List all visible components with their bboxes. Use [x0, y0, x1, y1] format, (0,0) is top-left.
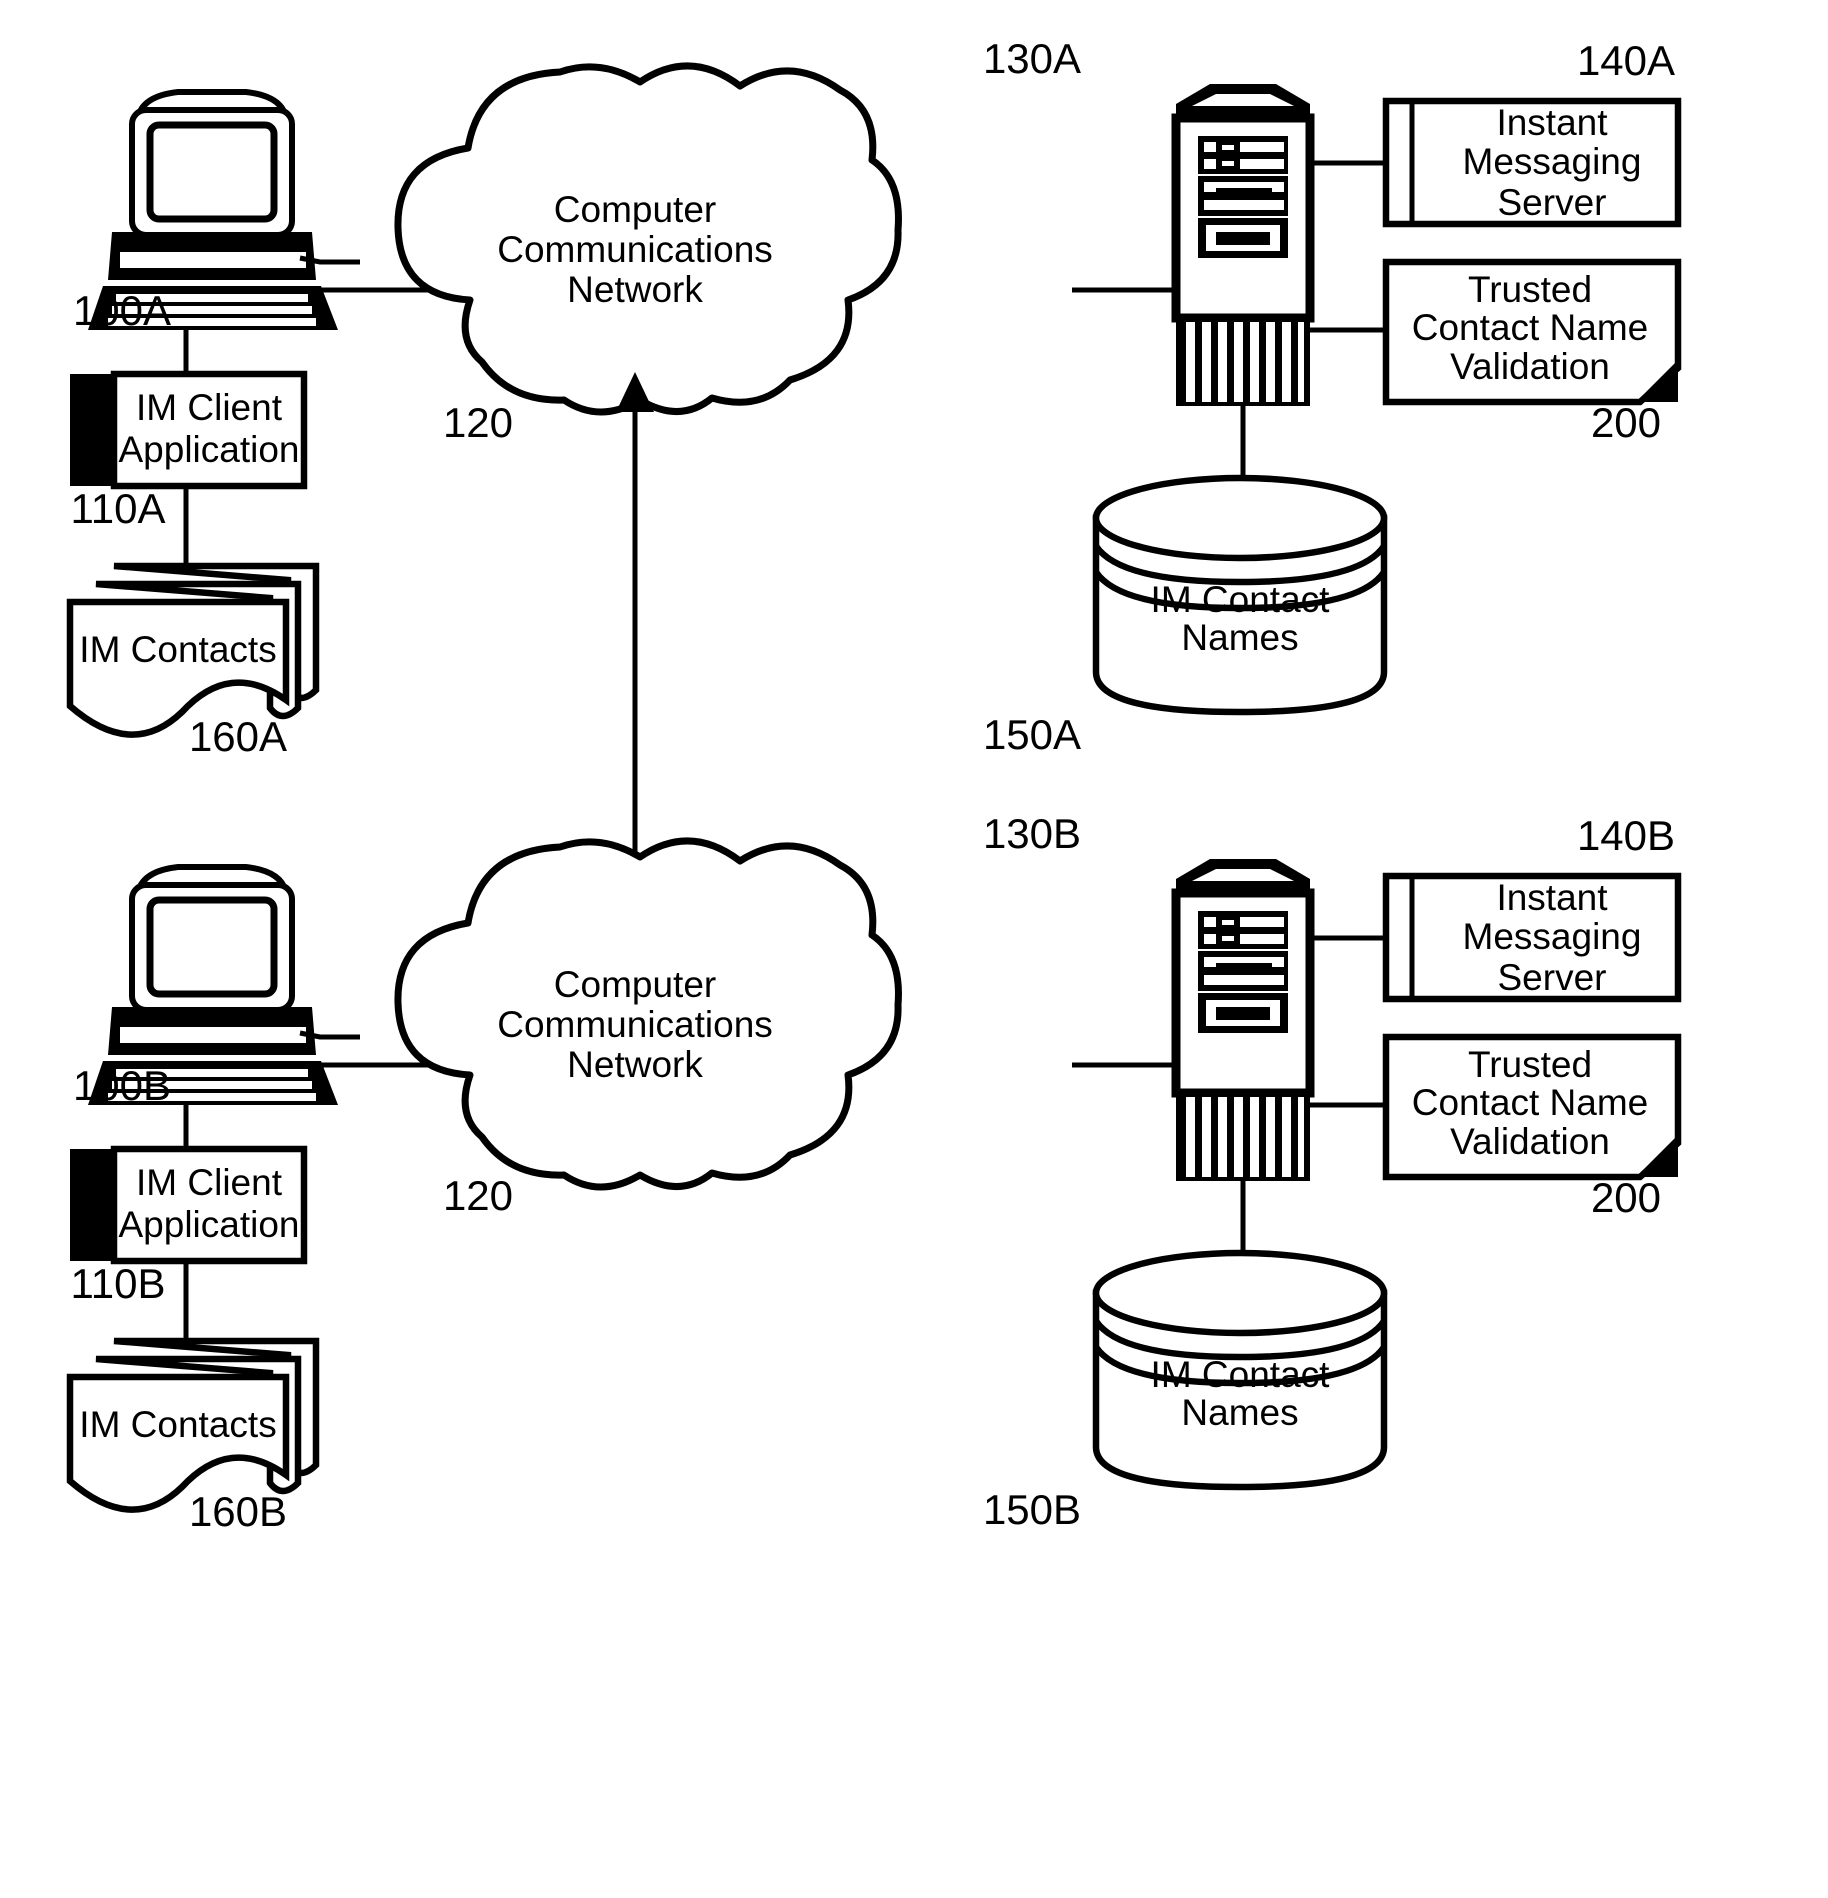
cloud-label-line3-upper: Network	[567, 269, 703, 310]
ims-label-line1-lower: Instant	[1496, 877, 1608, 918]
db-label-line1-lower: IM Contact	[1151, 1354, 1331, 1395]
validation-label-line3-lower: Validation	[1450, 1121, 1610, 1162]
ref-150A: 150A	[983, 711, 1081, 758]
ref-130A: 130A	[983, 35, 1081, 82]
ref-160B: 160B	[189, 1488, 287, 1535]
ref-130B: 130B	[983, 810, 1081, 857]
validation-label-line2-lower: Contact Name	[1412, 1082, 1649, 1123]
cloud-label-line2-upper: Communications	[497, 229, 773, 270]
ims-label-line1-upper: Instant	[1496, 102, 1608, 143]
ref-110A: 110A	[71, 485, 166, 532]
db-label-line2-upper: Names	[1181, 617, 1298, 658]
ref-100A: 100A	[73, 287, 171, 334]
ref-160A: 160A	[189, 713, 287, 760]
cloud-label-line1-lower: Computer	[554, 964, 716, 1005]
cloud-label-line2-lower: Communications	[497, 1004, 773, 1045]
network-architecture-diagram: 100A IM Client Application 110A IM Conta…	[66, 35, 1682, 1535]
ref-140A: 140A	[1577, 37, 1675, 84]
ref-120-upper: 120	[443, 399, 513, 446]
im-client-app-label-line2: Application	[118, 429, 299, 470]
ref-100B: 100B	[73, 1062, 171, 1109]
ref-200-upper: 200	[1591, 399, 1661, 446]
ref-200-lower: 200	[1591, 1174, 1661, 1221]
cloud-label-line1-upper: Computer	[554, 189, 716, 230]
im-client-app-label-line2-lower: Application	[118, 1204, 299, 1245]
ref-140B: 140B	[1577, 812, 1675, 859]
cloud-label-line3-lower: Network	[567, 1044, 703, 1085]
validation-label-line3-upper: Validation	[1450, 346, 1610, 387]
ims-label-line2-lower: Messaging	[1463, 916, 1642, 957]
ims-label-line3-upper: Server	[1498, 182, 1607, 223]
db-label-line1-upper: IM Contact	[1151, 579, 1331, 620]
validation-label-line1-upper: Trusted	[1468, 269, 1592, 310]
ims-label-line3-lower: Server	[1498, 957, 1607, 998]
im-contacts-label-lower: IM Contacts	[79, 1404, 276, 1445]
server-tower-icon-lower	[1171, 859, 1315, 1181]
patent-figure-canvas: 100A IM Client Application 110A IM Conta…	[0, 0, 1828, 1898]
ref-150B: 150B	[983, 1486, 1081, 1533]
im-client-app-label-line1-lower: IM Client	[136, 1162, 283, 1203]
im-contacts-label-upper: IM Contacts	[79, 629, 276, 670]
ref-120-lower: 120	[443, 1172, 513, 1219]
validation-label-line1-lower: Trusted	[1468, 1044, 1592, 1085]
ims-label-line2-upper: Messaging	[1463, 141, 1642, 182]
validation-label-line2-upper: Contact Name	[1412, 307, 1649, 348]
im-client-app-label-line1: IM Client	[136, 387, 283, 428]
server-tower-icon-upper	[1171, 84, 1315, 406]
ref-110B: 110B	[71, 1260, 166, 1307]
db-label-line2-lower: Names	[1181, 1392, 1298, 1433]
